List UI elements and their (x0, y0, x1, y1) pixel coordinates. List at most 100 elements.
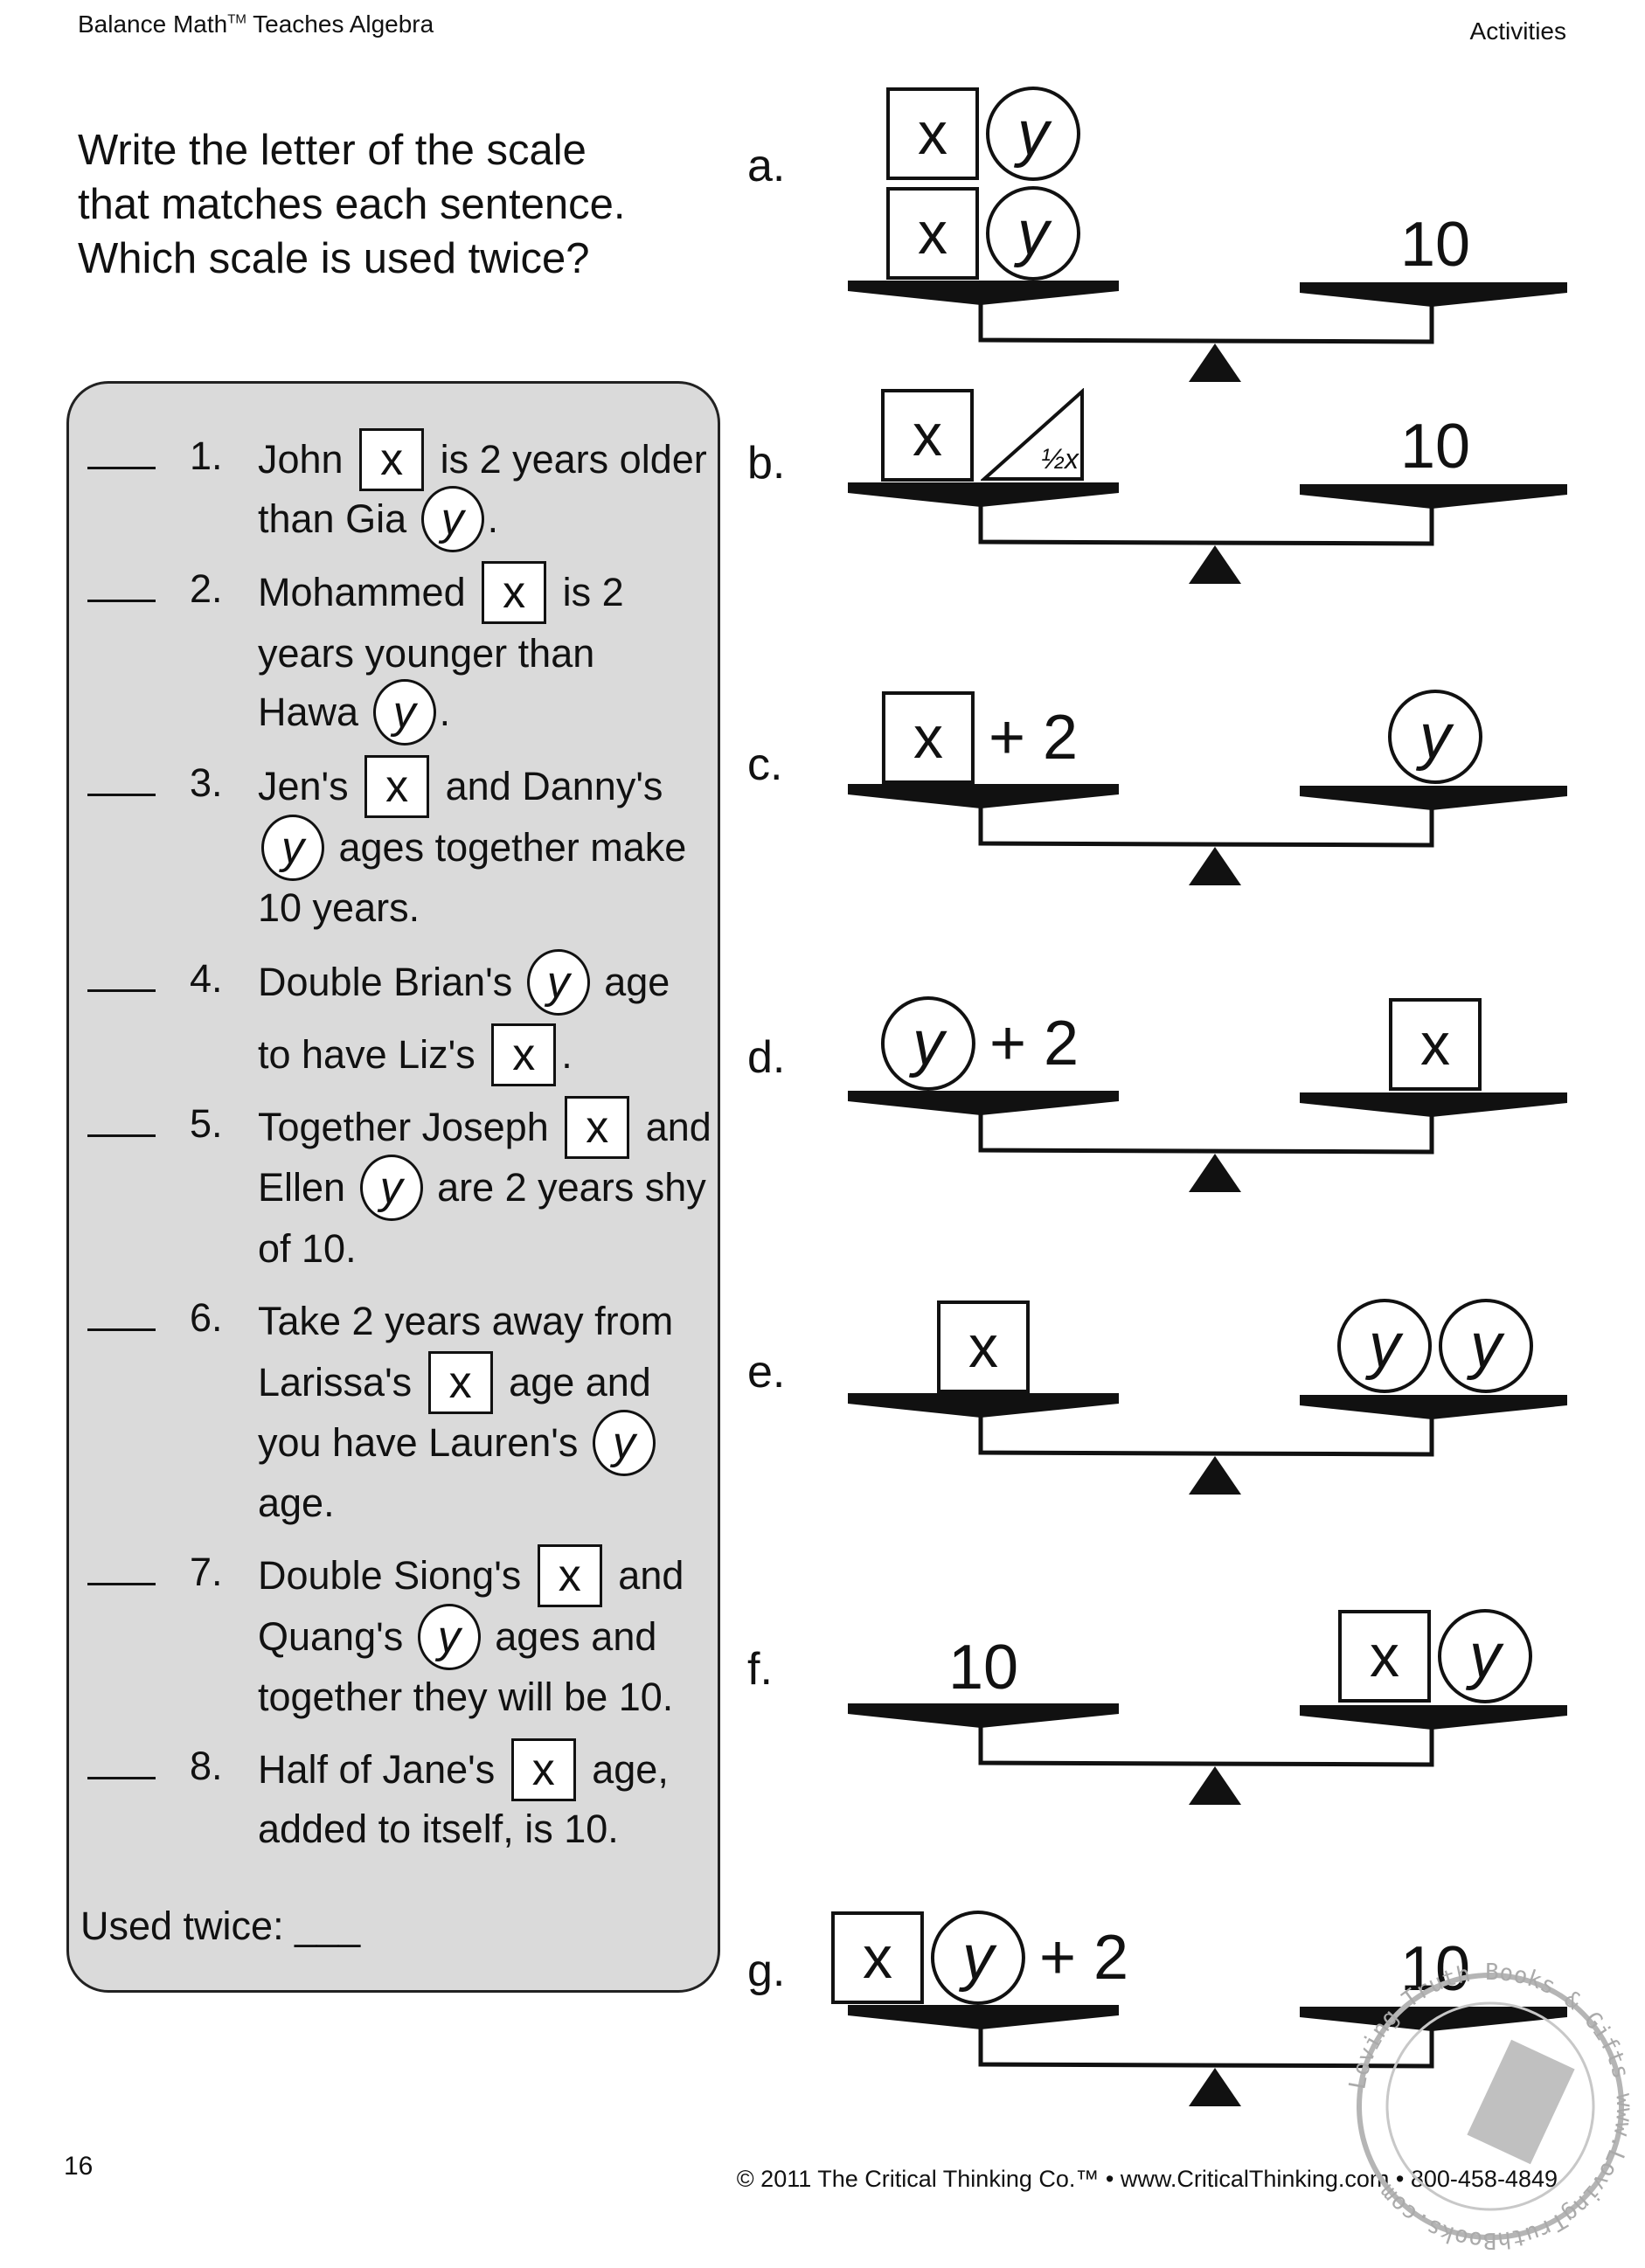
sentence-text: Ellen (258, 1165, 357, 1210)
pan-row: x ½x (878, 388, 1089, 482)
variable-circle-y: y (1438, 1609, 1532, 1703)
used-twice-answer[interactable]: Used twice: ___ (80, 1904, 360, 1949)
variable-circle-y: y (986, 87, 1080, 181)
sentence-text: Hawa (258, 690, 370, 734)
pan-row: x + 2 (878, 691, 1088, 784)
scale-beam (978, 302, 1434, 344)
sentence-text: age and (497, 1360, 651, 1404)
answer-blank[interactable] (87, 1134, 156, 1137)
variable-circle-y: y (880, 996, 975, 1091)
sentence-text: John (258, 437, 355, 482)
sentence-text: . (561, 1032, 573, 1077)
sentence-text: and (607, 1553, 684, 1598)
sentence-text: you have Lauren's (258, 1420, 589, 1465)
scale-letter: g. (747, 1945, 786, 1996)
scale-letter: d. (747, 1032, 786, 1083)
item-number-text: 6. (168, 1295, 223, 1340)
pan-row: 10 (1390, 209, 1481, 281)
fulcrum (1189, 545, 1241, 584)
fulcrum (1189, 1766, 1241, 1805)
sentence-line: y ages together make (258, 813, 686, 883)
left-pan-items: xyxy (883, 81, 1084, 281)
fulcrum (1189, 1456, 1241, 1495)
variable-box-x: x (886, 87, 979, 180)
pan-row: yy (1334, 1299, 1537, 1393)
sentence-text: Mohammed (258, 570, 477, 614)
sentence-text: together they will be 10. (258, 1675, 674, 1719)
scale-letter: f. (747, 1644, 773, 1695)
sentence-line: Hawa y. (258, 677, 450, 747)
scale-text: + 2 (988, 703, 1079, 773)
sentence-text: age (593, 960, 670, 1004)
sentence-text: added to itself, is 10. (258, 1807, 619, 1851)
sentence-line: Together Joseph x and (258, 1092, 711, 1162)
sentence-line: Double Siong's x and (258, 1541, 684, 1611)
answer-blank[interactable] (87, 1328, 156, 1331)
sentence-line: of 10. (258, 1214, 357, 1284)
variable-box-x: x (565, 1096, 630, 1159)
item-number-text: 3. (168, 760, 223, 805)
right-pan (1300, 1395, 1567, 1419)
sentence-text: Double Siong's (258, 1553, 532, 1598)
trademark: TM (227, 11, 246, 27)
scale-beam (978, 503, 1434, 546)
sentence-line: added to itself, is 10. (258, 1794, 619, 1864)
item-number: 5. (87, 1101, 223, 1147)
variable-box-x: x (881, 691, 975, 784)
sentence-text: than Gia (258, 496, 418, 541)
pan-row: x (934, 1300, 1033, 1393)
right-pan-items: x (1385, 993, 1485, 1091)
item-number-text: 4. (168, 956, 223, 1001)
sentence-text: ages and (483, 1614, 657, 1659)
variable-box-x: x (830, 1911, 924, 2004)
answer-blank[interactable] (87, 1777, 156, 1779)
variable-box-x: x (510, 1738, 576, 1801)
sentence-text: and (635, 1105, 711, 1149)
sentence-text: ages together make (328, 825, 687, 870)
sentence-text: is 2 (552, 570, 624, 614)
right-pan-items: yy (1334, 1294, 1537, 1393)
left-pan-items: 10 (938, 1626, 1029, 1703)
scale-text: + 2 (989, 1009, 1079, 1079)
answer-blank[interactable] (87, 600, 156, 602)
variable-circle-y: y (1388, 690, 1482, 784)
item-number: 7. (87, 1550, 223, 1595)
instruction-line: that matches each sentence. (78, 181, 626, 228)
left-pan (848, 482, 1119, 507)
sentence-line: Mohammed x is 2 (258, 558, 624, 628)
left-pan-items: x y + 2 (828, 1905, 1139, 2005)
pan-row: y (1385, 690, 1486, 784)
scale-text: + 2 (1038, 1923, 1129, 1993)
variable-circle-y: y (417, 1604, 481, 1670)
right-pan (1300, 1092, 1567, 1117)
right-pan-items: y (1385, 684, 1486, 784)
scale-beam (978, 1112, 1434, 1155)
sentence-line: together they will be 10. (258, 1662, 673, 1732)
left-pan (848, 281, 1119, 305)
sentence-line: than Gia y. (258, 484, 498, 554)
answer-blank[interactable] (87, 794, 156, 796)
answer-blank[interactable] (87, 989, 156, 992)
answer-blank[interactable] (87, 467, 156, 469)
variable-box-x: x (364, 755, 430, 818)
item-number-text: 5. (168, 1101, 223, 1146)
half-x-triangle: ½x (981, 388, 1086, 482)
variable-circle-y: y (1337, 1299, 1432, 1393)
page-number: 16 (64, 2152, 94, 2181)
balance-scale (848, 1703, 1567, 1805)
variable-circle-y: y (359, 1155, 423, 1221)
pan-row: xy (1335, 1609, 1536, 1703)
pan-row: xy (883, 87, 1084, 181)
right-pan-items: 10 (1390, 406, 1481, 482)
left-pan-items: x ½x (878, 383, 1089, 482)
scale-letter: e. (747, 1347, 786, 1398)
left-pan-items: y + 2 (878, 991, 1089, 1091)
sentence-line: Quang's y ages and (258, 1602, 656, 1672)
answer-blank[interactable] (87, 1583, 156, 1585)
variable-box-x: x (359, 428, 425, 491)
sentence-text: . (439, 690, 451, 734)
sentence-text: 10 years. (258, 885, 420, 930)
right-pan-items: xy (1335, 1604, 1536, 1703)
pan-row: xy (883, 186, 1084, 281)
book-subtitle: Teaches Algebra (246, 10, 434, 38)
